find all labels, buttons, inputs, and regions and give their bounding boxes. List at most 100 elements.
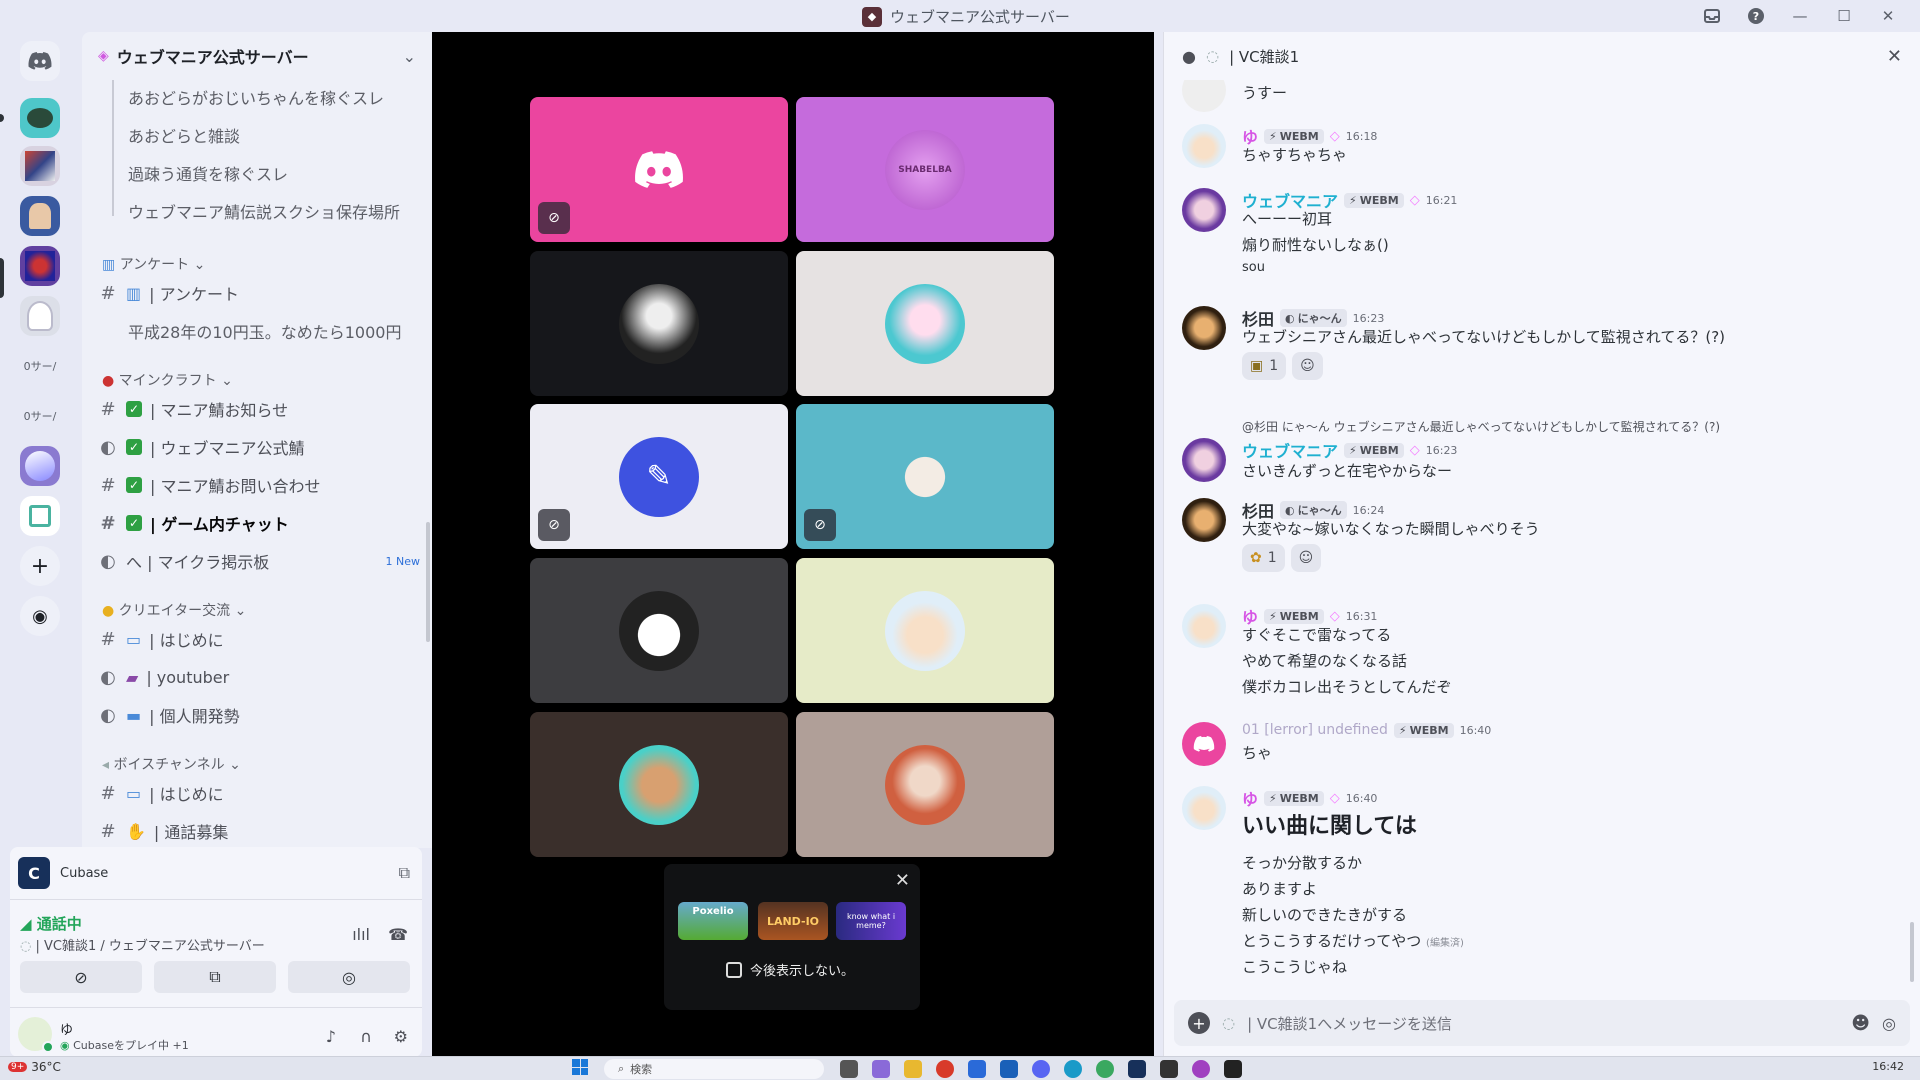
server-icon-1[interactable]: [20, 98, 60, 138]
home-button[interactable]: [20, 41, 60, 81]
settings-gear-icon[interactable]: ⚙: [394, 1027, 408, 1046]
participant-tile[interactable]: [796, 712, 1054, 857]
guild-tag[interactable]: ⚡ WEBM: [1264, 128, 1324, 144]
add-attachment-icon[interactable]: +: [1188, 1012, 1210, 1034]
author-name[interactable]: ゆ: [1242, 786, 1258, 810]
disconnect-icon[interactable]: ☎: [388, 925, 408, 944]
channel-youtuber[interactable]: ◐ ▰ | youtuber: [98, 660, 420, 694]
microphone-icon[interactable]: ♪: [326, 1027, 336, 1046]
weather-widget[interactable]: 9+ 36°C: [8, 1060, 61, 1074]
participant-tile[interactable]: SHABELBA: [796, 97, 1054, 242]
category-creator[interactable]: ● クリエイター交流 ⌄: [102, 600, 246, 620]
guild-tag[interactable]: ⚡ WEBM: [1393, 722, 1454, 738]
category-minecraft[interactable]: ● マインクラフト ⌄: [102, 370, 233, 390]
channel-call-recruit[interactable]: # ✋ | 通話募集: [98, 814, 420, 848]
channel-official[interactable]: ◐ ✓ | ウェブマニア公式鯖: [98, 430, 420, 464]
game-thumbnail-poxelio[interactable]: Poxelio: [678, 902, 748, 940]
help-icon[interactable]: ?: [1734, 4, 1778, 28]
channel-announcements[interactable]: # ✓ | マニア鯖お知らせ: [98, 392, 420, 426]
participant-tile[interactable]: [530, 251, 788, 396]
thread-item[interactable]: 過疎う通貨を稼ぐスレ: [128, 156, 420, 190]
participant-tile[interactable]: ✎ ⊘: [530, 404, 788, 549]
category-survey[interactable]: ▥ アンケート ⌄: [102, 254, 205, 274]
add-reaction-button[interactable]: ☺: [1290, 544, 1322, 572]
app-icon[interactable]: [1096, 1060, 1114, 1078]
browser-icon[interactable]: [936, 1060, 954, 1078]
explore-button[interactable]: ◉: [20, 596, 60, 636]
discord-taskbar-icon[interactable]: [1032, 1060, 1050, 1078]
participant-tile[interactable]: [796, 558, 1054, 703]
avatar[interactable]: [1182, 604, 1226, 648]
server-icon-webmania[interactable]: [20, 246, 60, 286]
task-view-icon[interactable]: [840, 1060, 858, 1078]
app-icon[interactable]: [872, 1060, 890, 1078]
avatar[interactable]: [18, 1017, 54, 1053]
participant-tile[interactable]: [530, 712, 788, 857]
guild-tag[interactable]: ⚡ WEBM: [1344, 192, 1404, 208]
guild-tag[interactable]: ⚡ WEBM: [1264, 608, 1324, 624]
app-icon[interactable]: [1064, 1060, 1082, 1078]
guild-tag[interactable]: ⚡ WEBM: [1264, 790, 1324, 806]
channel-inquiry[interactable]: # ✓ | マニア鯖お問い合わせ: [98, 468, 420, 502]
category-voice[interactable]: ◂ ボイスチャンネル ⌄: [102, 754, 241, 774]
thread-item[interactable]: ウェブマニア鯖伝説スクショ保存場所: [128, 194, 420, 228]
channel-scrollbar[interactable]: [426, 522, 430, 642]
start-button[interactable]: [572, 1059, 588, 1075]
folder-label-2[interactable]: 0サー/: [20, 396, 60, 436]
app-icon[interactable]: [1224, 1060, 1242, 1078]
gamepad-icon[interactable]: ◎: [1882, 1014, 1896, 1033]
app-icon[interactable]: [1000, 1060, 1018, 1078]
channel-ingame-chat[interactable]: # ✓ | ゲーム内チャット: [98, 506, 420, 540]
avatar[interactable]: [1182, 438, 1226, 482]
voice-location[interactable]: ◌ | VC雑談1 / ウェブマニア公式サーバー: [20, 935, 265, 954]
channel-survey[interactable]: # ▥ | アンケート: [98, 276, 420, 310]
author-name[interactable]: ウェブマニア: [1242, 438, 1338, 462]
game-thumbnail-land[interactable]: LAND-IO: [758, 902, 828, 940]
server-icon-3[interactable]: [20, 196, 60, 236]
server-icon-2[interactable]: [20, 146, 60, 186]
checkbox[interactable]: [726, 961, 742, 978]
chat-scrollbar[interactable]: [1910, 922, 1914, 982]
add-reaction-button[interactable]: ☺: [1292, 352, 1323, 380]
thread-item[interactable]: あおどらと雑談: [128, 118, 420, 152]
close-window-button[interactable]: ✕: [1866, 4, 1910, 28]
share-activity-icon[interactable]: ⧉: [399, 863, 410, 883]
channel-intro[interactable]: # ▭ | はじめに: [98, 622, 420, 656]
emoji-picker-icon[interactable]: ☻: [1851, 1013, 1870, 1034]
activity-button[interactable]: ◎: [288, 961, 410, 993]
avatar[interactable]: [1182, 786, 1226, 830]
avatar[interactable]: [1182, 124, 1226, 168]
taskbar-search[interactable]: ⌕ 検索: [604, 1059, 824, 1079]
soundboard-icon[interactable]: ılıl: [352, 925, 370, 944]
dont-show-again[interactable]: 今後表示しない。: [726, 960, 854, 979]
close-chat-button[interactable]: ✕: [1887, 46, 1902, 67]
camera-off-button[interactable]: ⊘: [20, 961, 142, 993]
headphones-icon[interactable]: ∩: [360, 1027, 372, 1046]
participant-tile[interactable]: [530, 558, 788, 703]
add-server-button[interactable]: +: [20, 546, 60, 586]
avatar[interactable]: [1182, 306, 1226, 350]
avatar[interactable]: [1182, 188, 1226, 232]
participant-tile[interactable]: [796, 251, 1054, 396]
avatar[interactable]: [1182, 498, 1226, 542]
message-input[interactable]: | VC雑談1へメッセージを送信: [1247, 1013, 1839, 1034]
clock[interactable]: 16:42: [1872, 1060, 1904, 1073]
app-icon[interactable]: [968, 1060, 986, 1078]
close-icon[interactable]: ✕: [895, 870, 910, 891]
guild-tag[interactable]: ◐ にゃ〜ん: [1280, 309, 1347, 327]
author-name[interactable]: 01 [lerror] undefined: [1242, 722, 1388, 738]
avatar[interactable]: [1182, 80, 1226, 112]
cubase-taskbar-icon[interactable]: [1128, 1060, 1146, 1078]
game-thumbnail-meme[interactable]: know what i meme?: [836, 902, 906, 940]
reaction-button[interactable]: ▣ 1: [1242, 352, 1287, 380]
screen-share-button[interactable]: ⧉: [154, 961, 276, 993]
reply-preview[interactable]: @杉田 にゃ〜ん ウェブシニアさん最近しゃべってないけどもしかして監視されてる？…: [1242, 418, 1720, 435]
channel-board[interactable]: ◐ へ | マイクラ掲示板 1 New: [98, 544, 420, 578]
maximize-button[interactable]: ☐: [1822, 4, 1866, 28]
participant-tile[interactable]: ⊘: [530, 97, 788, 242]
server-icon-9[interactable]: [20, 496, 60, 536]
folder-icon[interactable]: [904, 1060, 922, 1078]
inbox-icon[interactable]: [1690, 4, 1734, 28]
guild-tag[interactable]: ⚡ WEBM: [1344, 442, 1404, 458]
app-icon[interactable]: [1160, 1060, 1178, 1078]
